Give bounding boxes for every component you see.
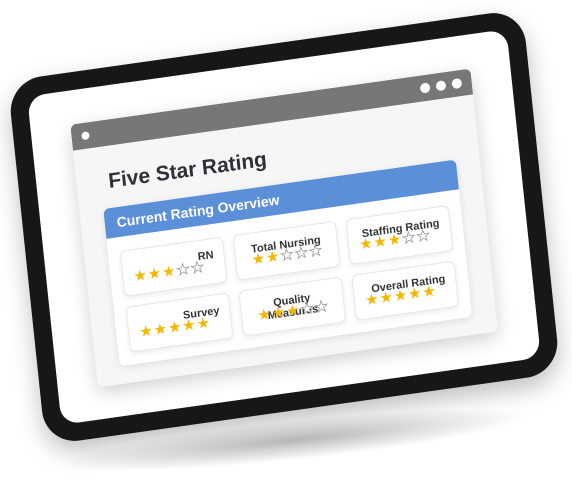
star-filled-icon: ★ <box>407 284 423 304</box>
star-filled-icon: ★ <box>270 303 287 323</box>
star-filled-icon: ★ <box>358 234 374 254</box>
star-empty-icon: ★ <box>415 226 431 246</box>
star-filled-icon: ★ <box>138 322 154 342</box>
browser-window: Five Star Rating Current Rating Overview… <box>70 68 498 388</box>
rating-card-overall[interactable]: Overall Rating ★ ★ ★ ★ ★ <box>351 260 460 321</box>
star-empty-icon: ★ <box>401 228 417 248</box>
star-filled-icon: ★ <box>421 282 437 302</box>
rating-card-total-nursing[interactable]: Total Nursing ★ ★ ★ ★ ★ <box>232 220 341 282</box>
star-filled-icon: ★ <box>372 232 388 252</box>
window-control-dot-icon[interactable] <box>419 82 431 94</box>
window-controls <box>419 77 463 94</box>
window-dot-icon <box>81 131 90 141</box>
window-content: Five Star Rating Current Rating Overview… <box>99 116 473 367</box>
star-empty-icon: ★ <box>175 260 191 280</box>
rating-card-survey[interactable]: Survey ★ ★ ★ ★ ★ <box>125 292 234 353</box>
tablet-screen: Five Star Rating Current Rating Overview… <box>27 29 541 425</box>
star-empty-icon: ★ <box>189 258 205 278</box>
star-filled-icon: ★ <box>132 266 148 286</box>
star-empty-icon: ★ <box>299 299 315 319</box>
star-filled-icon: ★ <box>364 290 380 310</box>
star-filled-icon: ★ <box>387 230 403 250</box>
rating-card-rn[interactable]: RN ★ ★ ★ ★ ★ <box>119 236 228 297</box>
star-filled-icon: ★ <box>146 264 163 284</box>
star-filled-icon: ★ <box>256 305 272 325</box>
window-control-dot-icon[interactable] <box>435 80 447 92</box>
star-filled-icon: ★ <box>161 262 177 282</box>
star-filled-icon: ★ <box>195 314 211 334</box>
star-filled-icon: ★ <box>392 286 408 306</box>
scene: Five Star Rating Current Rating Overview… <box>0 0 572 484</box>
star-empty-icon: ★ <box>293 243 309 264</box>
rating-card-staffing[interactable]: Staffing Rating ★ ★ ★ ★ ★ <box>345 204 454 266</box>
star-empty-icon: ★ <box>313 297 330 317</box>
star-filled-icon: ★ <box>152 320 168 340</box>
star-filled-icon: ★ <box>285 301 301 321</box>
star-filled-icon: ★ <box>265 247 281 267</box>
rating-card-quality-measures[interactable]: Quality Measures ★ ★ ★ ★ ★ <box>238 276 347 337</box>
tablet-device: Five Star Rating Current Rating Overview… <box>7 8 561 446</box>
star-filled-icon: ★ <box>378 288 394 308</box>
star-filled-icon: ★ <box>250 249 266 269</box>
rating-overview-panel: Current Rating Overview RN ★ ★ ★ ★ ★ Total N… <box>103 159 473 367</box>
star-empty-icon: ★ <box>308 241 324 262</box>
star-filled-icon: ★ <box>167 318 183 338</box>
star-empty-icon: ★ <box>279 245 295 266</box>
window-control-dot-icon[interactable] <box>451 77 463 90</box>
star-filled-icon: ★ <box>181 316 197 336</box>
